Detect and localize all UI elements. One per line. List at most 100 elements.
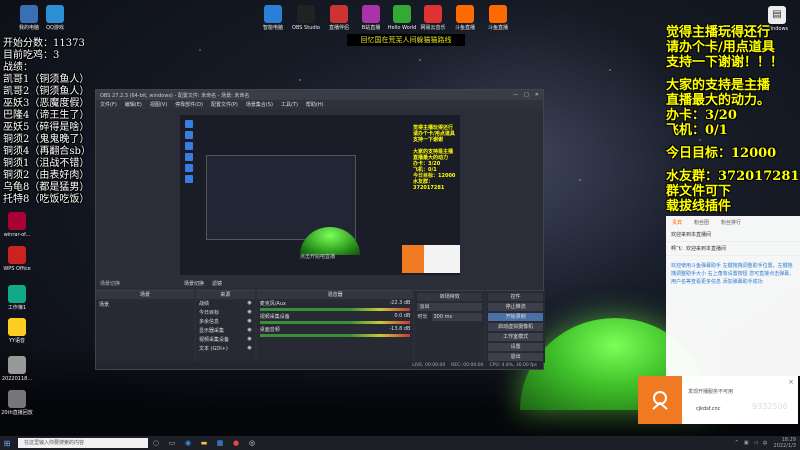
- multitask-icon[interactable]: ▭: [164, 439, 180, 447]
- obs-taskbar-icon[interactable]: ◎: [244, 439, 260, 447]
- source-item[interactable]: 战绩 ◉: [196, 299, 255, 308]
- desktop-icon[interactable]: YY语音: [0, 318, 34, 344]
- eye-icon[interactable]: ◉: [247, 318, 251, 325]
- desktop-icon[interactable]: winrar-of...: [0, 212, 34, 238]
- desktop-icon[interactable]: 智能电脑: [256, 5, 290, 31]
- chevron-up-icon[interactable]: ^: [735, 440, 739, 447]
- menu-item[interactable]: 停靠部件(D): [175, 101, 203, 108]
- obs-preview[interactable]: 觉得主播玩得还行 请办个卡/用点道具 支持一下谢谢 大家的支持是主播 直播最大的动力 办卡…: [180, 115, 460, 275]
- stream-banner: 回忆国在荒芜人间躲猫猫路线: [347, 34, 465, 46]
- notification-url[interactable]: cjkdsf.cnc: [696, 406, 720, 412]
- control-button[interactable]: 开始录制: [488, 313, 543, 321]
- eye-icon[interactable]: ◉: [247, 300, 251, 307]
- close-icon[interactable]: ✕: [535, 92, 539, 98]
- minimize-icon[interactable]: —: [513, 92, 518, 98]
- chat-message: 欢迎来到本直播间: [666, 228, 800, 242]
- desktop-icon[interactable]: Hello World: [385, 5, 419, 31]
- app-icon: [8, 390, 26, 408]
- desktop-icon[interactable]: WPS Office: [0, 246, 34, 272]
- ime-icon[interactable]: 中: [763, 440, 768, 447]
- status-item: REC: 00:00:00: [451, 362, 484, 368]
- app-icon: [8, 212, 26, 230]
- eye-icon[interactable]: ◉: [247, 345, 251, 352]
- overlay-line: 载拔线插件: [666, 199, 732, 214]
- desktop-icon[interactable]: 斗鱼直播: [481, 5, 515, 31]
- duration-label: 时长: [417, 314, 428, 320]
- scene-item[interactable]: 场景: [96, 299, 194, 310]
- chat-tab[interactable]: 粉丝团: [694, 219, 709, 226]
- clock[interactable]: 18:29 2022/1/3: [774, 437, 800, 449]
- desktop-icon[interactable]: OBS Studio: [289, 5, 323, 31]
- source-item[interactable]: 多余信息 ◉: [196, 317, 255, 326]
- control-button[interactable]: 退出: [488, 353, 543, 361]
- start-icon[interactable]: ⊞: [0, 439, 14, 448]
- desktop-icon[interactable]: QQ游戏: [38, 5, 72, 31]
- stats-line: 凯哥2（铜须鱼人）: [3, 86, 90, 97]
- duration-input[interactable]: 300 ms: [431, 313, 483, 321]
- folder-icon: ▤: [768, 6, 786, 24]
- source-name: 视频采集设备: [198, 337, 229, 343]
- chat-tab[interactable]: 粉丝排行: [721, 219, 741, 226]
- desktop-icon[interactable]: B站直播: [354, 5, 388, 31]
- desktop-icon[interactable]: 直播伴侣: [322, 5, 356, 31]
- eye-icon[interactable]: ◉: [247, 336, 251, 343]
- desktop-icon-label: WPS Office: [3, 266, 31, 272]
- desktop-icon-label: 20220118...: [1, 376, 33, 382]
- chat-tab[interactable]: 贵宾: [672, 219, 682, 226]
- desktop-icon[interactable]: 20220118...: [0, 356, 34, 382]
- network-icon[interactable]: ▣: [744, 440, 749, 447]
- source-item[interactable]: 显示器采集 ◉: [196, 326, 255, 335]
- stream-id-watermark: 9332506: [752, 402, 788, 411]
- desktop-icon[interactable]: 网易云音乐: [416, 5, 450, 31]
- menu-item[interactable]: 帮助(H): [306, 101, 324, 108]
- menu-item[interactable]: 编辑(E): [125, 101, 142, 108]
- netease-icon[interactable]: ●: [228, 439, 244, 447]
- overlay-line: 飞机：0/1: [666, 123, 728, 138]
- eye-icon[interactable]: ◉: [247, 327, 251, 334]
- volume-icon[interactable]: ◁: [754, 440, 758, 447]
- volume-meter[interactable]: [259, 321, 411, 324]
- maximize-icon[interactable]: □: [524, 92, 529, 98]
- overlay-line: 直播最大的动力。: [666, 93, 771, 108]
- control-button[interactable]: 设置: [488, 343, 543, 351]
- sources-dock: 来源 战绩 ◉ 今日目标 ◉ 多余信息 ◉ 显示器采集 ◉ 视频采集设备 ◉ 文本 (GDI+) ◉: [195, 290, 255, 363]
- taskbar-search-input[interactable]: 在这里输入你要搜索的内容: [18, 438, 148, 448]
- notification-toast[interactable]: 发现开播服务不可用 cjkdsf.cnc ×: [638, 376, 798, 424]
- live-icon: [652, 391, 668, 410]
- filter-button[interactable]: 滤镜: [212, 280, 222, 287]
- control-button[interactable]: 停止推流: [488, 303, 543, 311]
- overlay-line: 请办个卡/用点道具: [666, 40, 775, 55]
- source-item[interactable]: 文本 (GDI+) ◉: [196, 344, 255, 353]
- menu-item[interactable]: 视图(V): [150, 101, 167, 108]
- transitions-title: 转场特效: [417, 293, 483, 301]
- desktop-icon[interactable]: 斗鱼直播: [448, 5, 482, 31]
- taskbar: ⊞ 在这里输入你要搜索的内容 ○ ▭ ◉ ▬ ▦ ● ◎ ^ ▣ ◁ 中 18:…: [0, 436, 800, 450]
- desktop-icon-label: QQ游戏: [46, 25, 64, 31]
- eye-icon[interactable]: ◉: [247, 309, 251, 316]
- explorer-icon[interactable]: ▬: [196, 439, 212, 447]
- edge-icon[interactable]: ◉: [180, 439, 196, 447]
- menu-item[interactable]: 工具(T): [281, 101, 298, 108]
- transition-select[interactable]: 淡出: [417, 303, 483, 311]
- scene-switch-button[interactable]: 场景切换: [184, 280, 204, 287]
- volume-meter[interactable]: [259, 334, 411, 337]
- menu-item[interactable]: 配置文件(P): [211, 101, 238, 108]
- control-button[interactable]: 启动虚拟摄像机: [488, 323, 543, 331]
- desktop-icon[interactable]: 工作簿1: [0, 285, 34, 311]
- source-item[interactable]: 今日目标 ◉: [196, 308, 255, 317]
- task-view-icon[interactable]: ○: [148, 439, 164, 447]
- track-db: 0.0 dB: [394, 313, 411, 319]
- volume-meter[interactable]: [259, 308, 411, 311]
- store-icon[interactable]: ▦: [212, 439, 228, 447]
- menu-item[interactable]: 文件(F): [100, 101, 117, 108]
- stats-line: 铜须2（鬼鬼晚了）: [3, 134, 90, 145]
- stats-line: 巫妖3（恶魔度假）: [3, 98, 90, 109]
- control-button[interactable]: 工作室模式: [488, 333, 543, 341]
- desktop-icon[interactable]: 20th直播回放: [0, 390, 34, 416]
- source-item[interactable]: 视频采集设备 ◉: [196, 335, 255, 344]
- menu-item[interactable]: 场景集合(S): [246, 101, 273, 108]
- controls-title: 控件: [488, 293, 543, 301]
- notification-icon-area: [638, 376, 682, 424]
- close-icon[interactable]: ×: [788, 378, 794, 386]
- mixer-track: 麦克风/Aux -22.3 dB: [257, 299, 414, 312]
